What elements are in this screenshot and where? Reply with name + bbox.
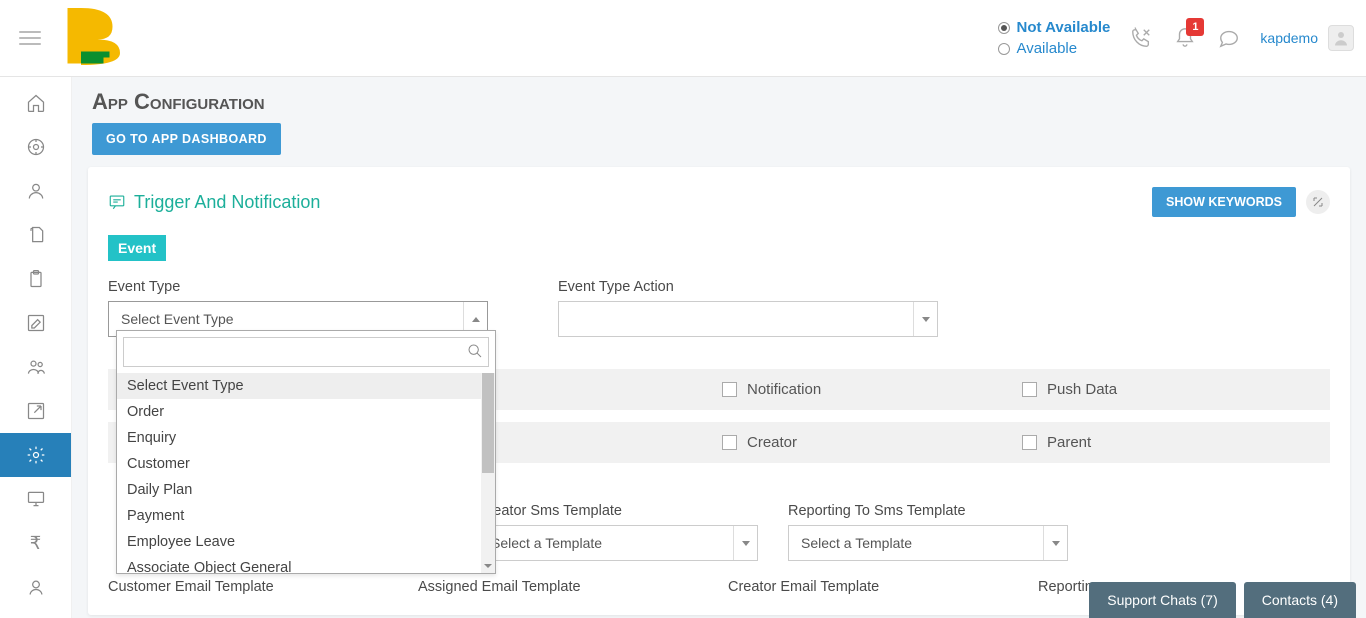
- scroll-down-icon[interactable]: [481, 559, 495, 573]
- sidebar-support[interactable]: [0, 125, 71, 169]
- customer-email-label: Customer Email Template: [108, 579, 388, 595]
- go-to-dashboard-button[interactable]: GO TO APP DASHBOARD: [92, 123, 281, 155]
- checkbox-icon: [1022, 382, 1037, 397]
- notifications-button[interactable]: 1: [1174, 26, 1196, 51]
- available-label: Available: [1016, 40, 1077, 57]
- sidebar-home[interactable]: [0, 81, 71, 125]
- field-reporting-sms-template: Reporting To Sms Template Select a Templ…: [788, 503, 1068, 561]
- sidebar-settings[interactable]: [0, 433, 71, 477]
- username-label: kapdemo: [1260, 30, 1318, 46]
- chat-tabs: Support Chats (7) Contacts (4): [1089, 582, 1356, 618]
- avatar-icon: [1328, 25, 1354, 51]
- dropdown-list: Select Event Type Order Enquiry Customer…: [117, 373, 495, 573]
- search-icon: [467, 343, 483, 359]
- dropdown-item[interactable]: Daily Plan: [117, 477, 495, 503]
- sidebar-share[interactable]: [0, 389, 71, 433]
- checkbox-icon: [722, 382, 737, 397]
- radio-available[interactable]: Available: [998, 40, 1110, 57]
- dropdown-item[interactable]: Enquiry: [117, 425, 495, 451]
- check-parent[interactable]: Parent: [1022, 434, 1322, 451]
- assigned-email-label: Assigned Email Template: [418, 579, 698, 595]
- sidebar: ₹: [0, 77, 72, 618]
- sidebar-monitor[interactable]: [0, 477, 71, 521]
- phone-icon[interactable]: [1130, 27, 1152, 49]
- chat-icon: [108, 193, 126, 211]
- dropdown-item[interactable]: Payment: [117, 503, 495, 529]
- event-type-label: Event Type: [108, 279, 488, 295]
- event-type-action-select[interactable]: [558, 301, 938, 337]
- check-creator[interactable]: Creator: [722, 434, 1022, 451]
- dropdown-item[interactable]: Select Event Type: [117, 373, 495, 399]
- checkbox-icon: [722, 435, 737, 450]
- show-keywords-button[interactable]: SHOW KEYWORDS: [1152, 187, 1296, 217]
- sidebar-user[interactable]: [0, 169, 71, 213]
- check-push-data[interactable]: Push Data: [1022, 381, 1322, 398]
- sidebar-currency[interactable]: ₹: [0, 521, 71, 565]
- sidebar-files[interactable]: [0, 213, 71, 257]
- hamburger-button[interactable]: [0, 0, 60, 77]
- event-pill: Event: [108, 235, 166, 261]
- page-title: App Configuration: [72, 77, 1366, 123]
- support-chats-tab[interactable]: Support Chats (7): [1089, 582, 1236, 618]
- check-notification-2[interactable]: Notification: [722, 381, 1022, 398]
- contacts-tab[interactable]: Contacts (4): [1244, 582, 1356, 618]
- event-type-field: Event Type Select Event Type: [108, 279, 488, 337]
- dropdown-search-input[interactable]: [123, 337, 489, 367]
- dropdown-scrollbar[interactable]: [481, 373, 495, 559]
- event-type-dropdown: Select Event Type Order Enquiry Customer…: [116, 330, 496, 574]
- hamburger-icon: [19, 31, 41, 45]
- sidebar-users[interactable]: [0, 345, 71, 389]
- notification-badge: 1: [1186, 18, 1204, 36]
- sidebar-clipboard[interactable]: [0, 257, 71, 301]
- top-bar: Not Available Available 1 kapdemo: [0, 0, 1366, 77]
- user-menu[interactable]: kapdemo: [1260, 25, 1354, 51]
- expand-button[interactable]: [1306, 190, 1330, 214]
- sidebar-user2[interactable]: [0, 565, 71, 609]
- field-creator-sms-template: Creator Sms Template Select a Template: [478, 503, 758, 561]
- chat-icon[interactable]: [1218, 27, 1240, 49]
- radio-icon: [998, 22, 1010, 34]
- chevron-down-icon: [733, 526, 757, 560]
- checkbox-icon: [1022, 435, 1037, 450]
- creator-sms-label: Creator Sms Template: [478, 503, 758, 519]
- logo: [60, 8, 135, 68]
- availability-radios: Not Available Available: [998, 19, 1110, 57]
- not-available-label: Not Available: [1016, 19, 1110, 36]
- panel-title: Trigger And Notification: [108, 192, 320, 213]
- creator-sms-select[interactable]: Select a Template: [478, 525, 758, 561]
- reporting-sms-select[interactable]: Select a Template: [788, 525, 1068, 561]
- chevron-down-icon: [913, 302, 937, 336]
- dropdown-item[interactable]: Order: [117, 399, 495, 425]
- sidebar-edit[interactable]: [0, 301, 71, 345]
- radio-not-available[interactable]: Not Available: [998, 19, 1110, 36]
- dropdown-item[interactable]: Customer: [117, 451, 495, 477]
- expand-icon: [1312, 196, 1324, 208]
- reporting-sms-label: Reporting To Sms Template: [788, 503, 1068, 519]
- chevron-down-icon: [1043, 526, 1067, 560]
- creator-email-label: Creator Email Template: [728, 579, 1008, 595]
- event-type-action-field: Event Type Action: [558, 279, 938, 337]
- radio-icon: [998, 43, 1010, 55]
- event-type-action-label: Event Type Action: [558, 279, 938, 295]
- dropdown-item[interactable]: Associate Object General: [117, 555, 495, 573]
- dropdown-item[interactable]: Employee Leave: [117, 529, 495, 555]
